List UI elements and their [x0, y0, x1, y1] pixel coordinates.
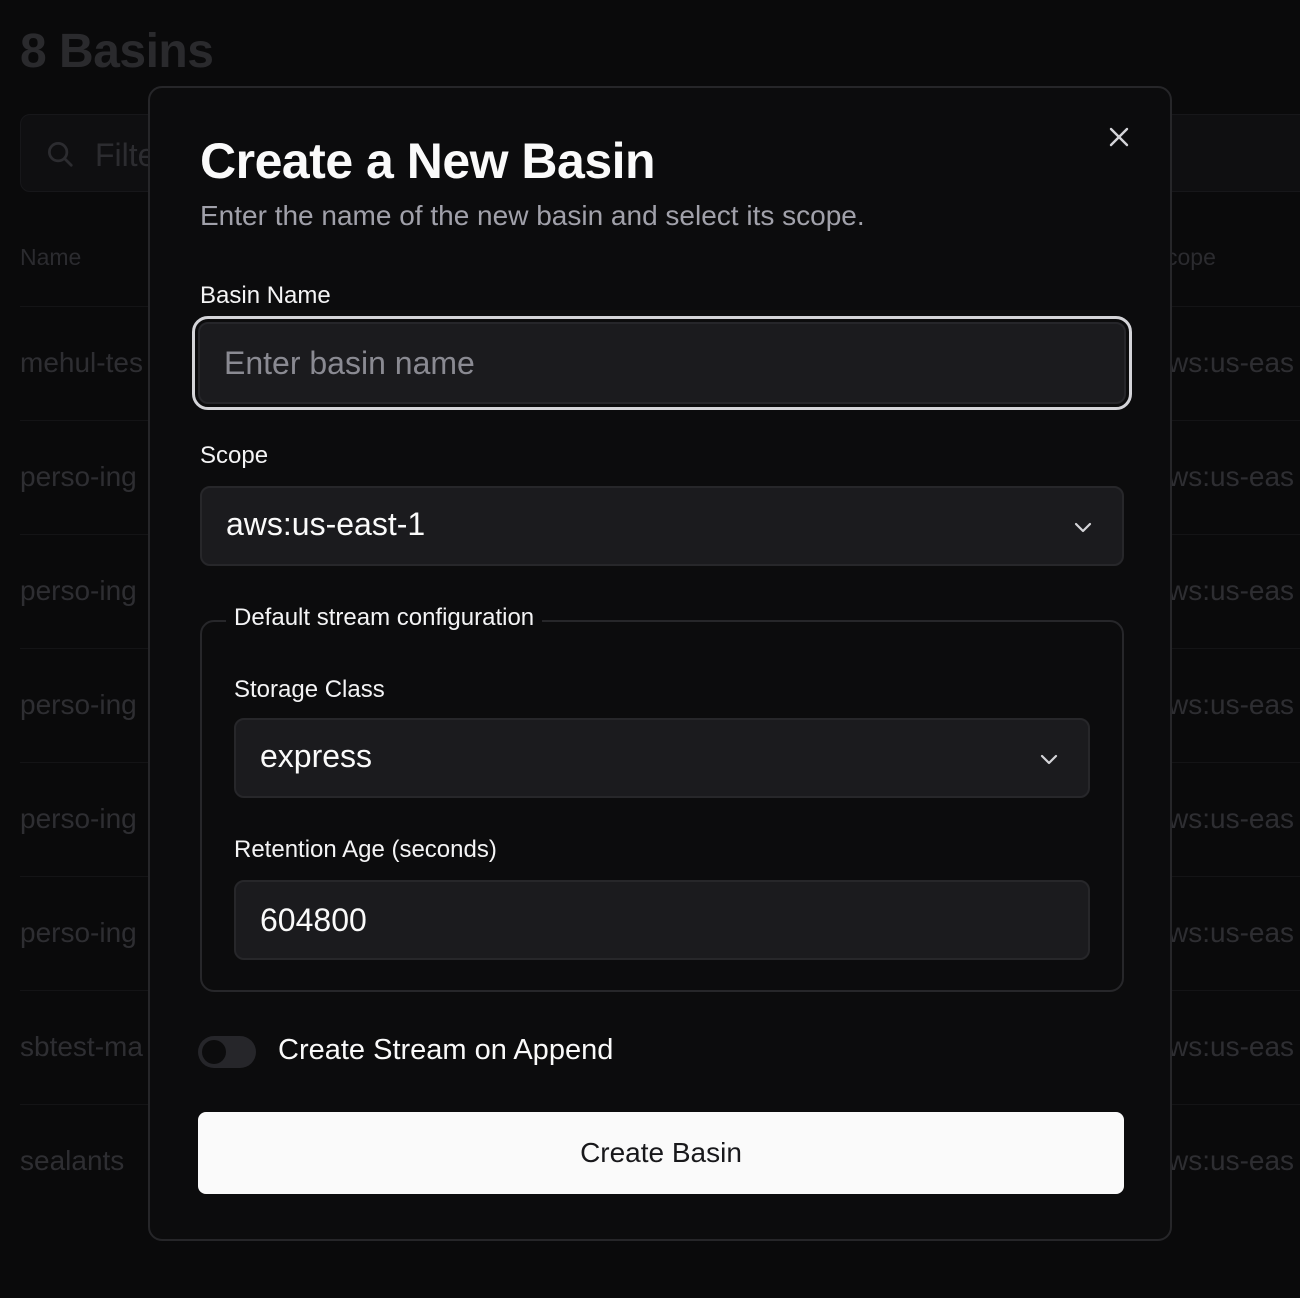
create-basin-button[interactable]: Create Basin — [198, 1112, 1124, 1194]
row-name: sbtest-ma — [20, 1031, 143, 1062]
close-icon — [1109, 127, 1129, 147]
row-name: perso-ing — [20, 689, 137, 720]
close-button[interactable] — [1104, 122, 1134, 152]
row-scope: ws:us-eas — [1168, 347, 1295, 378]
page-title: 8 Basins — [20, 25, 214, 78]
dialog-title: Create a New Basin — [200, 133, 656, 189]
row-name: mehul-tes — [20, 347, 143, 378]
chevron-down-icon — [1074, 522, 1092, 533]
basin-name-label: Basin Name — [200, 282, 331, 309]
storage-class-select[interactable]: express — [234, 718, 1090, 798]
search-icon — [48, 142, 73, 167]
row-scope: ws:us-eas — [1168, 1031, 1295, 1062]
column-header-scope: cope — [1166, 244, 1216, 270]
row-name: perso-ing — [20, 917, 137, 948]
row-scope: ws:us-eas — [1168, 803, 1295, 834]
dialog-description: Enter the name of the new basin and sele… — [200, 200, 865, 231]
toggle-knob — [202, 1040, 226, 1064]
row-name: perso-ing — [20, 575, 137, 606]
row-scope: ws:us-eas — [1168, 1145, 1295, 1176]
retention-age-label: Retention Age (seconds) — [234, 836, 497, 863]
scope-select-value: aws:us-east-1 — [226, 506, 426, 542]
row-name: perso-ing — [20, 461, 137, 492]
create-stream-on-append-toggle[interactable] — [198, 1036, 256, 1068]
row-name: sealants — [20, 1145, 125, 1176]
row-scope: ws:us-eas — [1168, 461, 1295, 492]
stream-config-fieldset: Default stream configuration Storage Cla… — [200, 604, 1124, 992]
retention-age-input[interactable] — [234, 880, 1090, 960]
stream-config-legend: Default stream configuration — [226, 604, 543, 632]
column-header-name: Name — [20, 244, 82, 270]
filter-placeholder: Filte — [95, 137, 156, 173]
chevron-down-icon — [1040, 754, 1058, 765]
storage-class-select-value: express — [260, 738, 373, 774]
scope-select[interactable]: aws:us-east-1 — [200, 486, 1124, 566]
row-scope: ws:us-eas — [1168, 575, 1295, 606]
row-name: perso-ing — [20, 803, 137, 834]
create-basin-dialog: Create a New Basin Enter the name of the… — [148, 86, 1172, 1241]
row-scope: ws:us-eas — [1168, 917, 1295, 948]
basin-name-input[interactable] — [192, 316, 1132, 410]
storage-class-label: Storage Class — [234, 676, 385, 703]
row-scope: ws:us-eas — [1168, 689, 1295, 720]
scope-label: Scope — [200, 442, 269, 469]
create-stream-on-append-label: Create Stream on Append — [278, 1034, 614, 1066]
